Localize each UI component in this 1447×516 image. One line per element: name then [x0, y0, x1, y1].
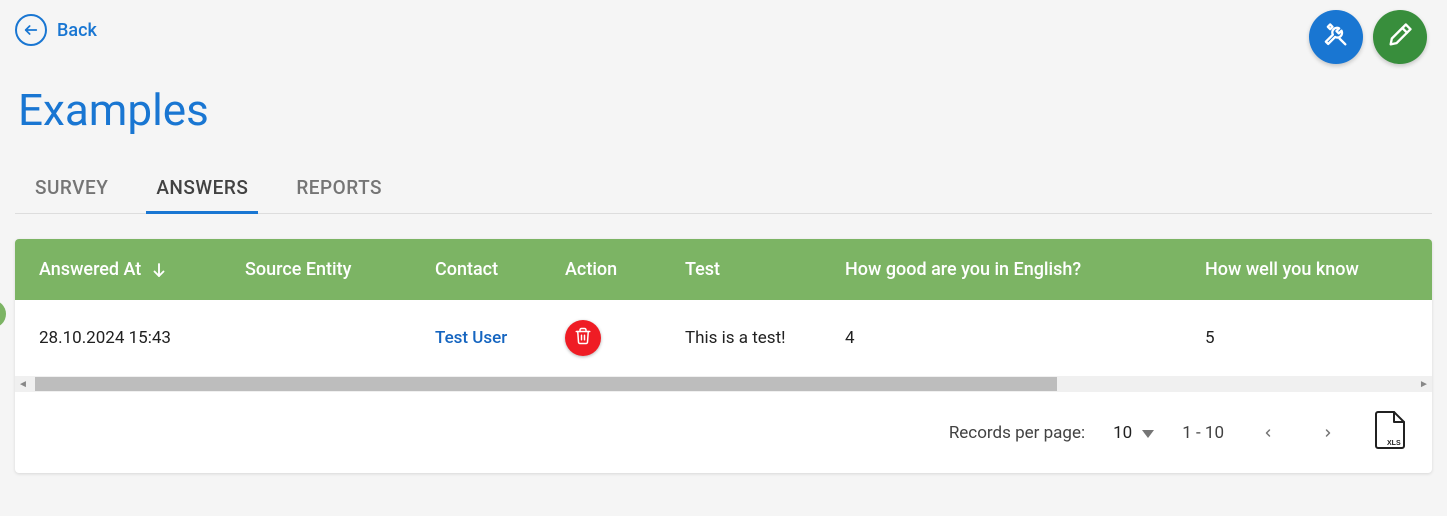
- answers-table: Answered At Source Entity Contact Action: [15, 239, 1432, 376]
- pencil-icon: [1386, 21, 1414, 53]
- tab-survey[interactable]: SURVEY: [35, 166, 108, 213]
- tab-reports[interactable]: REPORTS: [296, 166, 382, 213]
- col-source-entity[interactable]: Source Entity: [235, 239, 425, 300]
- cell-know: 5: [1195, 300, 1432, 376]
- dropdown-icon: [1142, 423, 1154, 443]
- tools-button[interactable]: [1309, 10, 1363, 64]
- answers-table-card: Answered At Source Entity Contact Action: [15, 239, 1432, 473]
- contact-link[interactable]: Test User: [435, 328, 507, 348]
- export-xls-button[interactable]: XLS: [1372, 410, 1408, 455]
- back-button[interactable]: Back: [15, 10, 97, 50]
- wrench-screwdriver-icon: [1322, 21, 1350, 53]
- file-xls-icon: XLS: [1372, 410, 1408, 455]
- horizontal-scrollbar[interactable]: ◄ ►: [15, 376, 1432, 392]
- page-title: Examples: [15, 84, 1432, 136]
- next-page-button[interactable]: [1312, 417, 1344, 449]
- records-per-page-label: Records per page:: [949, 423, 1085, 443]
- col-answered-at[interactable]: Answered At: [15, 239, 235, 300]
- prev-page-button[interactable]: [1252, 417, 1284, 449]
- pagination-range: 1 - 10: [1182, 423, 1224, 443]
- tab-bar: SURVEY ANSWERS REPORTS: [15, 166, 1432, 214]
- svg-text:XLS: XLS: [1387, 440, 1401, 447]
- tab-answers[interactable]: ANSWERS: [156, 166, 248, 213]
- col-action[interactable]: Action: [555, 239, 675, 300]
- sort-desc-icon: [150, 261, 168, 279]
- cell-test: This is a test!: [675, 300, 835, 376]
- delete-button[interactable]: [565, 320, 601, 356]
- col-english[interactable]: How good are you in English?: [835, 239, 1195, 300]
- scroll-left-icon: ◄: [15, 376, 31, 392]
- table-footer: Records per page: 10 1 - 10 XLS: [15, 392, 1432, 473]
- cell-english: 4: [835, 300, 1195, 376]
- trash-icon: [574, 327, 592, 350]
- cell-answered-at: 28.10.2024 15:43: [15, 300, 235, 376]
- scroll-thumb[interactable]: [35, 377, 1057, 391]
- back-arrow-icon: [15, 14, 47, 46]
- cell-source-entity: [235, 300, 425, 376]
- col-test[interactable]: Test: [675, 239, 835, 300]
- col-know[interactable]: How well you know: [1195, 239, 1432, 300]
- edit-button[interactable]: [1373, 10, 1427, 64]
- per-page-select[interactable]: 10: [1113, 423, 1154, 443]
- back-label: Back: [57, 20, 97, 41]
- scroll-right-icon: ►: [1416, 376, 1432, 392]
- table-row: 28.10.2024 15:43 Test User: [15, 300, 1432, 376]
- col-contact[interactable]: Contact: [425, 239, 555, 300]
